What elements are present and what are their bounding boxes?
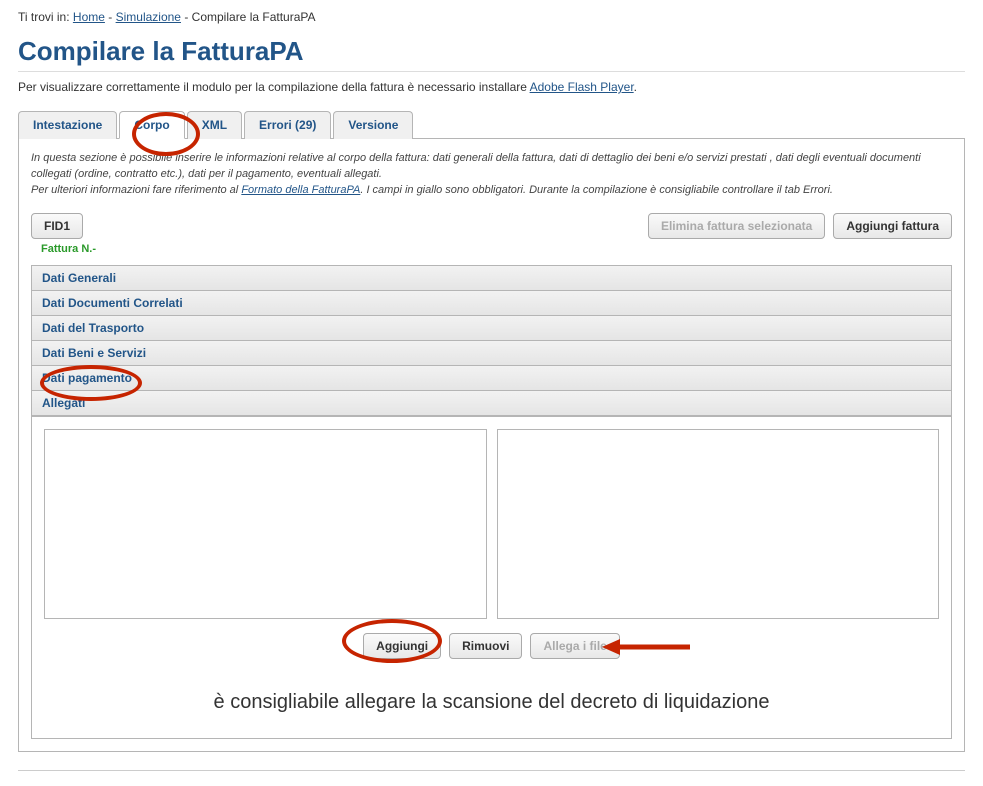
accordion-dati-trasporto[interactable]: Dati del Trasporto <box>32 316 951 341</box>
tab-corpo[interactable]: Corpo <box>119 111 184 139</box>
attachments-source-list[interactable] <box>44 429 487 619</box>
breadcrumb: Ti trovi in: Home - Simulazione - Compil… <box>18 10 965 24</box>
tab-intestazione[interactable]: Intestazione <box>18 111 117 139</box>
tab-errori[interactable]: Errori (29) <box>244 111 331 139</box>
breadcrumb-simulazione-link[interactable]: Simulazione <box>116 10 181 24</box>
formato-fatturapa-link[interactable]: Formato della FatturaPA <box>241 184 360 196</box>
tabs: Intestazione Corpo XML Errori (29) Versi… <box>18 110 965 139</box>
tab-xml[interactable]: XML <box>187 111 242 139</box>
attach-files-button: Allega i file <box>530 633 619 659</box>
accordion-dati-generali[interactable]: Dati Generali <box>32 266 951 291</box>
fattura-number-label: Fattura N.- <box>41 243 96 255</box>
accordion-allegati[interactable]: Allegati <box>32 391 951 416</box>
accordion-dati-documenti-correlati[interactable]: Dati Documenti Correlati <box>32 291 951 316</box>
flash-player-link[interactable]: Adobe Flash Player <box>530 80 634 94</box>
annotation-note: è consigliabile allegare la scansione de… <box>44 691 939 714</box>
fid1-button[interactable]: FID1 <box>31 213 83 239</box>
section-description: In questa sezione è possibile inserire l… <box>31 151 952 199</box>
breadcrumb-current: Compilare la FatturaPA <box>192 10 316 24</box>
bottom-frame-divider <box>18 770 965 771</box>
accordion-dati-beni-servizi[interactable]: Dati Beni e Servizi <box>32 341 951 366</box>
remove-attachment-button[interactable]: Rimuovi <box>449 633 522 659</box>
tab-panel-corpo: In questa sezione è possibile inserire l… <box>18 139 965 752</box>
delete-invoice-button: Elimina fattura selezionata <box>648 213 825 239</box>
allegati-content: Aggiungi Rimuovi Allega i file è consigl… <box>32 416 951 738</box>
add-attachment-button[interactable]: Aggiungi <box>363 633 441 659</box>
invoice-toolbar: FID1 Fattura N.- Elimina fattura selezio… <box>31 213 952 255</box>
accordion-dati-pagamento[interactable]: Dati pagamento <box>32 366 951 391</box>
page-subtitle: Per visualizzare correttamente il modulo… <box>18 80 965 94</box>
page-title: Compilare la FatturaPA <box>18 36 965 72</box>
tab-versione[interactable]: Versione <box>333 111 413 139</box>
attachments-target-list[interactable] <box>497 429 940 619</box>
breadcrumb-prefix: Ti trovi in: <box>18 10 73 24</box>
breadcrumb-home-link[interactable]: Home <box>73 10 105 24</box>
add-invoice-button[interactable]: Aggiungi fattura <box>833 213 952 239</box>
accordion: Dati Generali Dati Documenti Correlati D… <box>31 265 952 739</box>
